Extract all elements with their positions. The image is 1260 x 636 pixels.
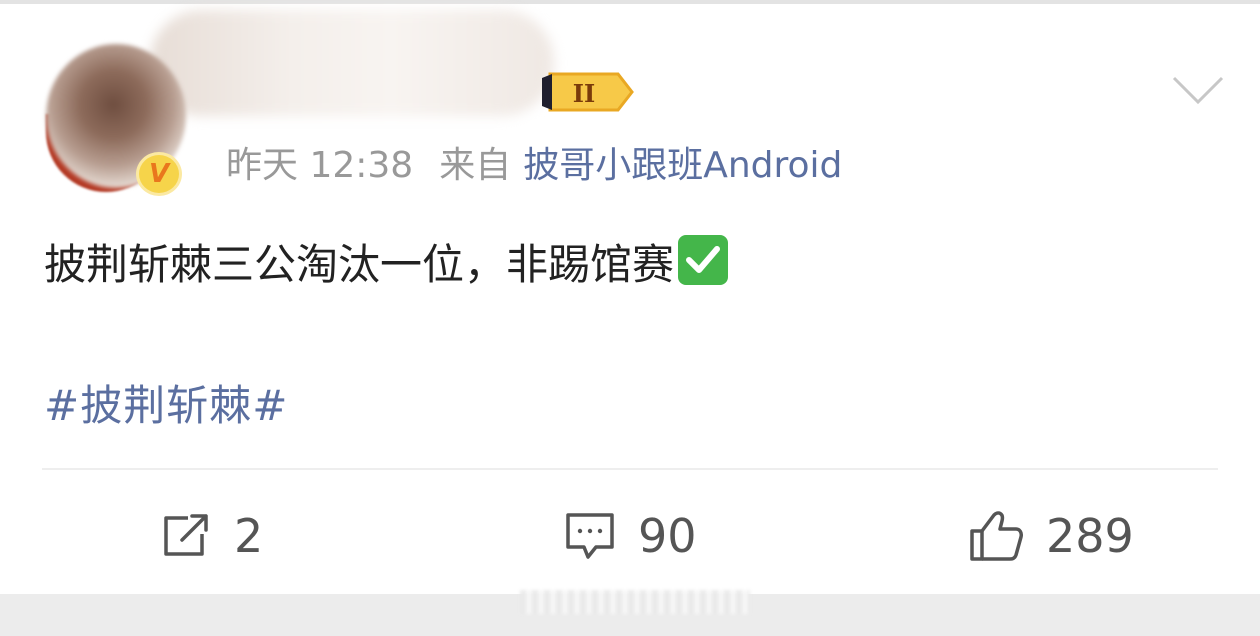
like-button[interactable]: 289 (968, 504, 1134, 568)
comment-count: 90 (638, 509, 697, 563)
actions-divider (42, 468, 1218, 470)
post-content: 披荆斩棘三公淘汰一位，非踢馆赛 (44, 230, 729, 300)
weibo-post-card: V II 昨天 12:38 来自 披哥小跟班Android 披荆斩棘三公淘汰一位，非… (0, 4, 1260, 594)
hashtag-link[interactable]: #披荆斩棘# (44, 376, 288, 436)
post-time: 昨天 12:38 (226, 145, 414, 186)
post-meta: 昨天 12:38 来自 披哥小跟班Android (226, 144, 842, 188)
repost-button[interactable]: 2 (160, 504, 263, 568)
verified-v-icon: V (136, 152, 182, 196)
source-app-link[interactable]: 披哥小跟班Android (523, 145, 842, 186)
comment-button[interactable]: 90 (564, 504, 697, 568)
post-text: 披荆斩棘三公淘汰一位，非踢馆赛 (44, 240, 675, 289)
blurred-content (520, 590, 750, 614)
check-mark-emoji (678, 235, 729, 285)
comment-icon (566, 513, 614, 559)
svg-text:II: II (573, 79, 595, 108)
source-prefix: 来自 (439, 145, 512, 186)
chevron-down-icon[interactable] (1170, 70, 1226, 110)
username-blurred[interactable] (150, 10, 554, 116)
repost-count: 2 (234, 509, 264, 563)
level-badge-icon[interactable]: II (540, 70, 634, 114)
like-count: 289 (1046, 509, 1134, 563)
thumbs-up-icon (970, 511, 1023, 561)
repost-icon (164, 514, 208, 556)
